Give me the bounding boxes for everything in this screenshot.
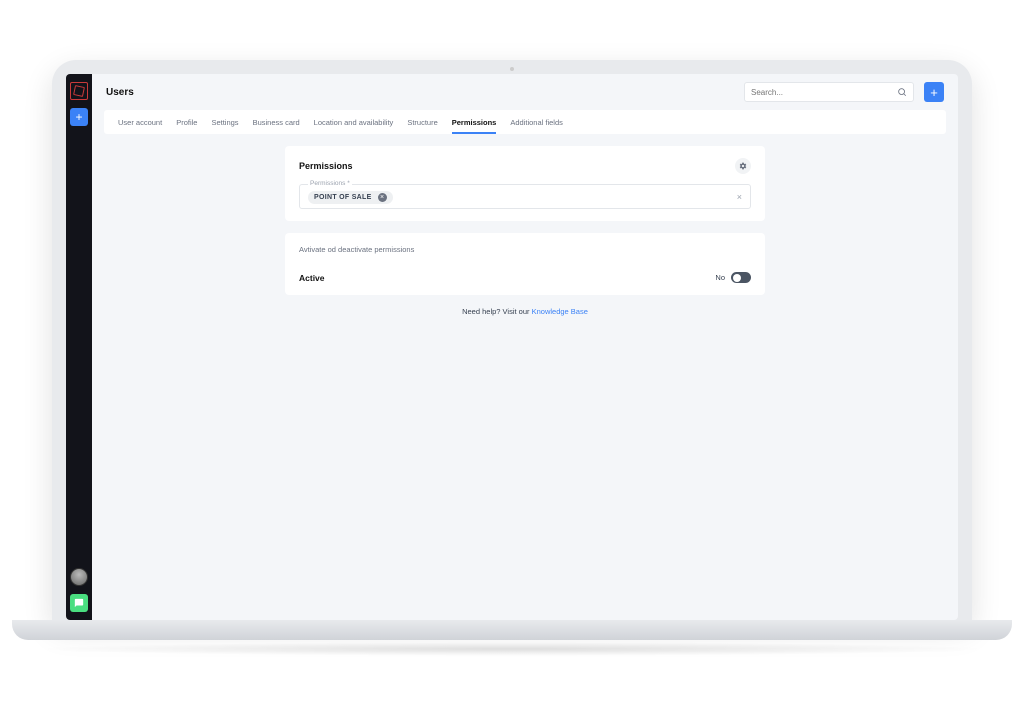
tab-location-availability[interactable]: Location and availability (314, 112, 394, 133)
sidebar: + (66, 74, 92, 620)
permissions-card: Permissions Permissions * POINT OF SALE … (285, 146, 765, 221)
tab-profile[interactable]: Profile (176, 112, 197, 133)
tab-user-account[interactable]: User account (118, 112, 162, 133)
permissions-field-label: Permissions * (308, 180, 352, 187)
knowledge-base-link[interactable]: Knowledge Base (532, 307, 588, 316)
permissions-field[interactable]: Permissions * POINT OF SALE × × (299, 184, 751, 209)
avatar[interactable] (70, 568, 88, 586)
tab-business-card[interactable]: Business card (253, 112, 300, 133)
activate-card: Avtivate od deactivate permissions Activ… (285, 233, 765, 295)
activate-subtitle: Avtivate od deactivate permissions (299, 245, 751, 254)
help-footer: Need help? Visit our Knowledge Base (462, 307, 588, 316)
permission-chip: POINT OF SALE × (308, 191, 393, 204)
laptop-shadow (32, 642, 992, 656)
permissions-settings-button[interactable] (735, 158, 751, 174)
tab-structure[interactable]: Structure (407, 112, 437, 133)
laptop-base (12, 620, 1012, 640)
sidebar-add-button[interactable]: + (70, 108, 88, 126)
page-title: Users (106, 87, 734, 98)
field-clear-button[interactable]: × (737, 193, 742, 202)
search-icon (897, 87, 907, 97)
header: Users + (92, 74, 958, 110)
laptop-frame: + Users + User account Profile Se (52, 60, 972, 620)
toggle-value-text: No (715, 273, 725, 282)
active-label: Active (299, 273, 325, 283)
tab-permissions[interactable]: Permissions (452, 112, 497, 133)
search-input[interactable] (751, 88, 893, 97)
search-input-wrap[interactable] (744, 82, 914, 102)
help-chat-button[interactable] (70, 594, 88, 612)
brand-logo-icon (70, 82, 88, 100)
chip-remove-button[interactable]: × (378, 193, 387, 202)
main-area: Users + User account Profile Settings Bu… (92, 74, 958, 620)
tab-additional-fields[interactable]: Additional fields (510, 112, 563, 133)
permissions-title: Permissions (299, 161, 353, 171)
active-toggle[interactable] (731, 272, 751, 283)
gear-icon (739, 162, 747, 170)
tabs-bar: User account Profile Settings Business c… (104, 110, 946, 134)
header-add-button[interactable]: + (924, 82, 944, 102)
permission-chip-label: POINT OF SALE (314, 194, 372, 201)
tab-settings[interactable]: Settings (211, 112, 238, 133)
help-prefix: Need help? Visit our (462, 307, 532, 316)
app-screen: + Users + User account Profile Se (66, 74, 958, 620)
content: Permissions Permissions * POINT OF SALE … (92, 134, 958, 328)
chat-icon (74, 598, 84, 608)
